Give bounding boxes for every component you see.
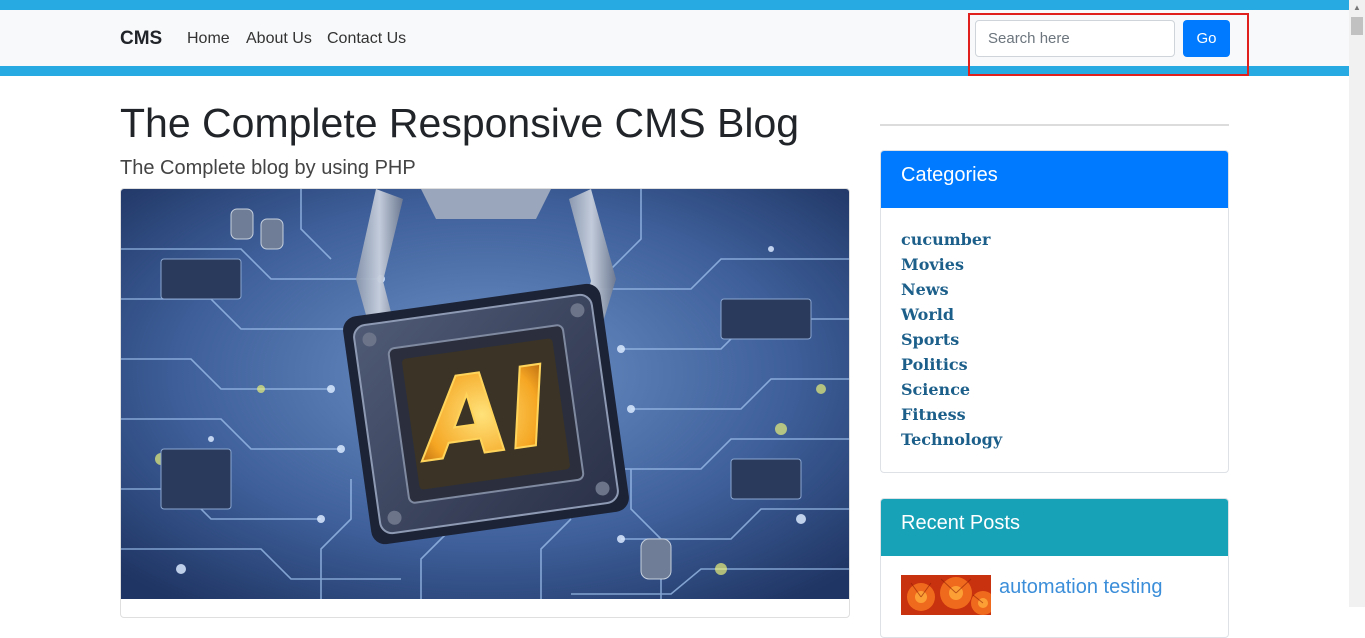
top-accent-bar (0, 0, 1349, 10)
categories-card: Categories cucumber Movies News World Sp… (880, 150, 1229, 473)
category-link-politics[interactable]: Politics (901, 355, 968, 374)
post-featured-image[interactable]: AI (121, 189, 849, 599)
category-link-movies[interactable]: Movies (901, 255, 964, 274)
sidebar-divider (880, 124, 1229, 126)
category-item: Sports (901, 330, 1208, 355)
category-item: Politics (901, 355, 1208, 380)
category-link-cucumber[interactable]: cucumber (901, 230, 990, 249)
category-link-fitness[interactable]: Fitness (901, 405, 966, 424)
scroll-up-arrow-icon[interactable]: ▲ (1349, 0, 1365, 16)
nav-link-home[interactable]: Home (187, 30, 230, 48)
nav-link-about-us[interactable]: About Us (246, 30, 312, 48)
scrollbar-thumb[interactable] (1351, 17, 1363, 35)
recent-post-item: automation testing (881, 556, 1228, 616)
category-item: Fitness (901, 405, 1208, 430)
category-item: Movies (901, 255, 1208, 280)
category-item: Science (901, 380, 1208, 405)
category-item: World (901, 305, 1208, 330)
post-card: AI (120, 188, 850, 618)
category-item: News (901, 280, 1208, 305)
category-link-science[interactable]: Science (901, 380, 970, 399)
recent-post-link[interactable]: automation testing (999, 576, 1162, 599)
brand-logo-link[interactable]: CMS (120, 28, 162, 50)
category-link-news[interactable]: News (901, 280, 949, 299)
recent-posts-card: Recent Posts automation testing (880, 498, 1229, 638)
recent-posts-header: Recent Posts (881, 499, 1228, 556)
chip-ai-label: AI (407, 342, 558, 487)
page-scrollbar[interactable]: ▲ (1349, 0, 1365, 607)
nav-link-contact-us[interactable]: Contact Us (327, 30, 406, 48)
page-title: The Complete Responsive CMS Blog (120, 100, 800, 146)
categories-header: Categories (881, 151, 1228, 208)
category-link-sports[interactable]: Sports (901, 330, 959, 349)
category-link-technology[interactable]: Technology (901, 430, 1002, 449)
category-link-world[interactable]: World (901, 305, 954, 324)
search-input[interactable] (975, 20, 1175, 57)
recent-post-thumbnail[interactable] (901, 575, 991, 615)
page-subtitle: The Complete blog by using PHP (120, 157, 416, 179)
categories-list: cucumber Movies News World Sports Politi… (881, 208, 1228, 455)
category-item: cucumber (901, 230, 1208, 255)
category-item: Technology (901, 430, 1208, 455)
search-go-button[interactable]: Go (1183, 20, 1230, 57)
